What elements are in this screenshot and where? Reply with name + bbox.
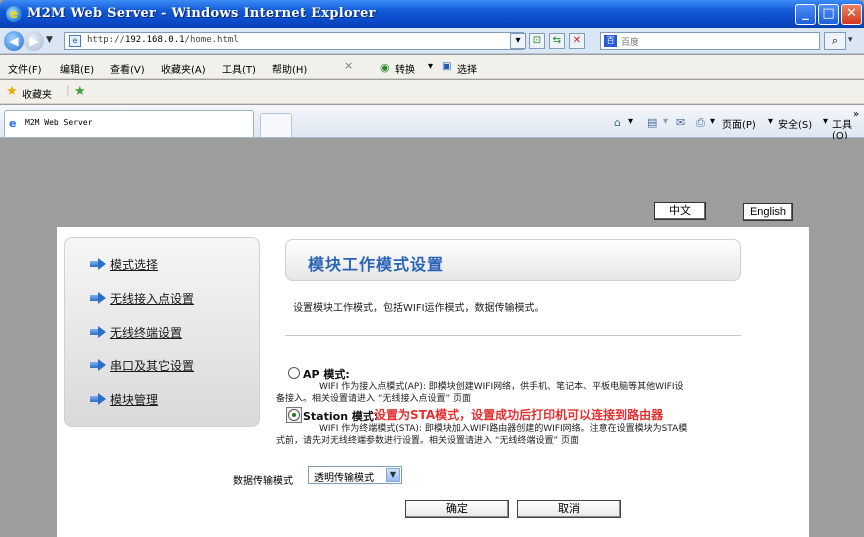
menu-file[interactable]: 文件(F) bbox=[8, 61, 42, 76]
page-title: 模块工作模式设置 bbox=[308, 255, 445, 274]
page-content: 中文 English 模式选择 无线接入点设置 无线终端设置 串口及其它设置 模… bbox=[0, 139, 864, 537]
safety-menu[interactable]: 安全(S) bbox=[778, 116, 812, 131]
more-commands-icon[interactable]: » bbox=[853, 109, 859, 120]
page-dropdown-icon[interactable]: ▾ bbox=[768, 116, 773, 127]
search-input[interactable]: 百 百度 bbox=[600, 32, 820, 50]
nav-label[interactable]: 串口及其它设置 bbox=[110, 357, 194, 374]
menu-view[interactable]: 查看(V) bbox=[110, 61, 145, 76]
tab-title: M2M Web Server bbox=[25, 118, 93, 127]
side-nav: 模式选择 无线接入点设置 无线终端设置 串口及其它设置 模块管理 bbox=[64, 237, 260, 427]
cancel-button[interactable]: 取消 bbox=[517, 500, 621, 518]
window-title: M2M Web Server - Windows Internet Explor… bbox=[27, 6, 376, 21]
divider: | bbox=[66, 83, 70, 96]
compatibility-icon[interactable]: ⊡ bbox=[529, 33, 545, 49]
close-window-button[interactable]: ✕ bbox=[841, 4, 862, 25]
station-mode-label: Station 模式: bbox=[303, 410, 379, 423]
menu-favorites[interactable]: 收藏夹(A) bbox=[161, 61, 206, 76]
nav-label[interactable]: 无线接入点设置 bbox=[110, 290, 194, 307]
stop-icon[interactable]: ✕ bbox=[569, 33, 585, 49]
divider bbox=[285, 335, 741, 336]
favorites-bar: ★ 收藏夹 | ★ bbox=[0, 80, 864, 104]
transfer-mode-value: 透明传输模式 bbox=[314, 473, 374, 484]
back-button[interactable]: ◀ bbox=[4, 31, 24, 51]
convert-button[interactable]: 转换 bbox=[395, 61, 415, 76]
feeds-icon[interactable]: ▤ bbox=[647, 116, 657, 129]
select-button[interactable]: 选择 bbox=[457, 61, 477, 76]
tab-row: e M2M Web Server ⌂ ▾ ▤ ▾ ✉ ⎙ ▾ 页面(P) ▾ 安… bbox=[0, 105, 864, 142]
select-icon: ▣ bbox=[442, 61, 452, 72]
menu-edit[interactable]: 编辑(E) bbox=[60, 61, 94, 76]
chinese-button[interactable]: 中文 bbox=[654, 202, 706, 220]
close-toolbar-icon[interactable]: × bbox=[344, 59, 353, 72]
nav-label[interactable]: 模式选择 bbox=[110, 256, 158, 273]
ap-mode-label: AP 模式: bbox=[303, 368, 350, 381]
arrow-right-icon bbox=[90, 258, 106, 270]
main-panel: 模式选择 无线接入点设置 无线终端设置 串口及其它设置 模块管理 模块工作模式设… bbox=[57, 227, 809, 537]
station-mode-desc-2: 式前，请先对无线终端参数进行设置。相关设置请进入 “无线终端设置” 页面 bbox=[276, 436, 580, 446]
print-icon[interactable]: ⎙ bbox=[696, 116, 705, 130]
print-dropdown-icon[interactable]: ▾ bbox=[710, 116, 715, 127]
minimize-button[interactable]: _ bbox=[795, 4, 816, 25]
url-input[interactable]: e http://192.168.0.1/home.html bbox=[64, 32, 524, 50]
transfer-mode-select[interactable]: 透明传输模式 ▼ bbox=[308, 466, 402, 484]
favorites-star-icon: ★ bbox=[6, 84, 18, 99]
title-bar: e M2M Web Server - Windows Internet Expl… bbox=[0, 0, 864, 28]
dropdown-icon[interactable]: ▾ bbox=[428, 61, 433, 72]
arrow-right-icon bbox=[90, 326, 106, 338]
arrow-right-icon bbox=[90, 359, 106, 371]
station-mode-radio[interactable] bbox=[288, 409, 300, 421]
address-bar: ◀ ▶ ▼ e http://192.168.0.1/home.html ▾ ⊡… bbox=[0, 28, 864, 54]
history-dropdown-icon[interactable]: ▼ bbox=[46, 35, 53, 45]
address-dropdown-icon[interactable]: ▾ bbox=[510, 33, 526, 49]
home-icon[interactable]: ⌂ bbox=[614, 116, 621, 129]
menu-bar: 文件(F) 编辑(E) 查看(V) 收藏夹(A) 工具(T) 帮助(H) × ◉… bbox=[0, 55, 864, 79]
new-tab-button[interactable] bbox=[260, 113, 292, 137]
ap-mode-desc-1: WIFI 作为接入点模式(AP): 即模块创建WIFI网络，供手机、笔记本、平板… bbox=[319, 382, 684, 392]
ie-page-icon: e bbox=[9, 117, 17, 130]
page-header: 模块工作模式设置 bbox=[285, 239, 741, 281]
ie-logo-icon: e bbox=[6, 6, 22, 22]
feeds-dropdown-icon[interactable]: ▾ bbox=[663, 116, 668, 127]
convert-icon: ◉ bbox=[380, 61, 390, 74]
search-icon[interactable]: ⌕ bbox=[824, 32, 846, 50]
nav-label[interactable]: 无线终端设置 bbox=[110, 324, 182, 341]
page-description: 设置模块工作模式，包括WIFI运作模式，数据传输模式。 bbox=[293, 303, 545, 314]
nav-label[interactable]: 模块管理 bbox=[110, 391, 158, 408]
forward-button[interactable]: ▶ bbox=[24, 31, 44, 51]
page-icon: e bbox=[69, 35, 81, 47]
refresh-icon[interactable]: ⇆ bbox=[549, 33, 565, 49]
english-button[interactable]: English bbox=[743, 203, 793, 221]
ok-button[interactable]: 确定 bbox=[405, 500, 509, 518]
favorites-button[interactable]: 收藏夹 bbox=[22, 86, 52, 101]
tab-m2m[interactable]: e M2M Web Server bbox=[4, 110, 254, 137]
station-mode-note: 设置为STA模式，设置成功后打印机可以连接到路由器 bbox=[374, 408, 664, 422]
home-dropdown-icon[interactable]: ▾ bbox=[628, 116, 633, 127]
baidu-icon: 百 bbox=[604, 35, 617, 47]
menu-tools[interactable]: 工具(T) bbox=[222, 61, 256, 76]
station-mode-desc-1: WIFI 作为终端模式(STA): 即模块加入WIFI路由器创建的WIFI网络。… bbox=[319, 424, 688, 434]
search-placeholder: 百度 bbox=[621, 38, 640, 48]
arrow-right-icon bbox=[90, 393, 106, 405]
safety-dropdown-icon[interactable]: ▾ bbox=[823, 116, 828, 127]
add-favorite-icon[interactable]: ★ bbox=[74, 84, 86, 99]
menu-help[interactable]: 帮助(H) bbox=[272, 61, 307, 76]
ap-mode-radio[interactable] bbox=[288, 367, 300, 379]
url-text: http://192.168.0.1/home.html bbox=[87, 35, 239, 45]
mail-icon[interactable]: ✉ bbox=[676, 116, 685, 129]
search-options-icon[interactable]: ▾ bbox=[848, 35, 853, 45]
chevron-down-icon[interactable]: ▼ bbox=[386, 468, 400, 482]
ap-mode-desc-2: 备接入。相关设置请进入 “无线接入点设置” 页面 bbox=[276, 394, 472, 404]
arrow-right-icon bbox=[90, 292, 106, 304]
transfer-mode-label: 数据传输模式 bbox=[233, 476, 293, 487]
page-menu[interactable]: 页面(P) bbox=[722, 116, 756, 131]
maximize-button[interactable]: □ bbox=[818, 4, 839, 25]
